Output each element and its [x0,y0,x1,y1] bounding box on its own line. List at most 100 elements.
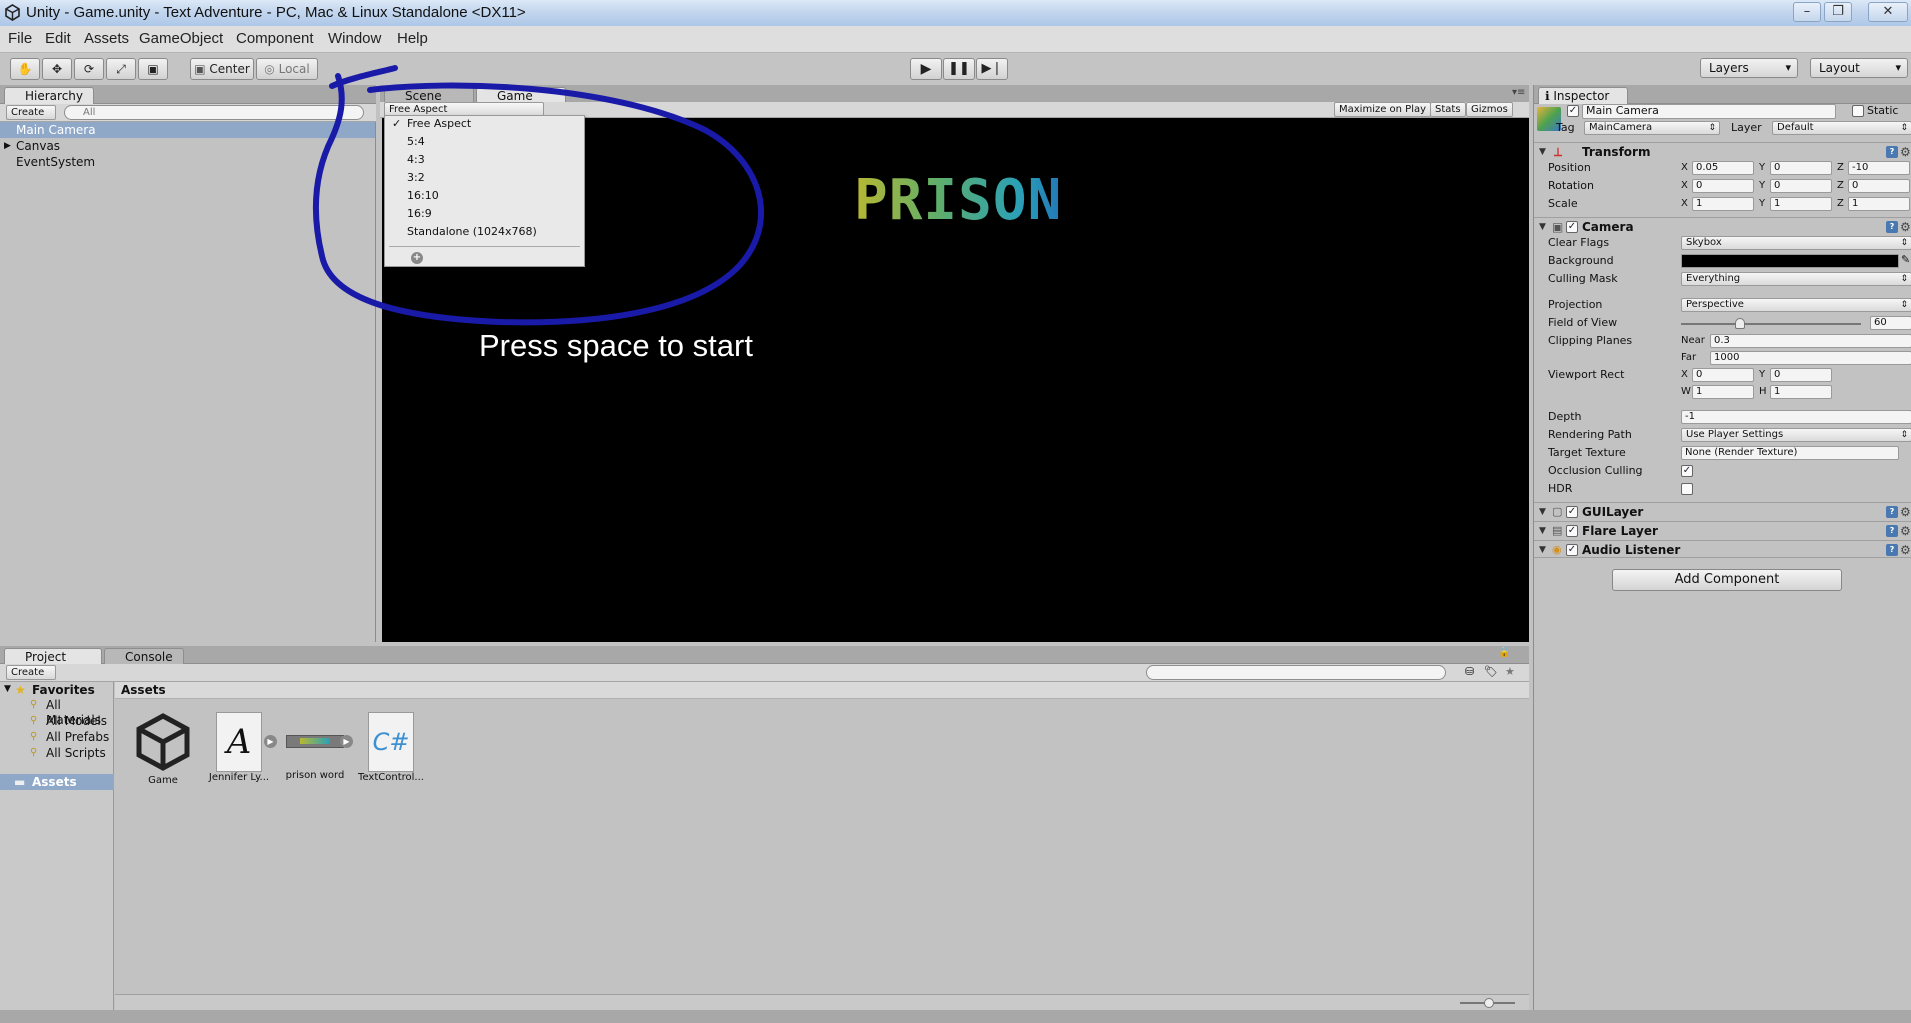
static-checkbox[interactable] [1852,105,1864,117]
menu-file[interactable]: File [8,30,32,47]
gear-icon[interactable]: ⚙ [1900,503,1911,521]
play-button[interactable]: ▶ [910,58,942,80]
viewport-w-field[interactable]: 1 [1692,385,1754,399]
audio-listener-enabled-checkbox[interactable]: ✓ [1566,544,1578,556]
favorite-all-models[interactable]: All Models [46,714,107,729]
close-button[interactable]: ✕ [1868,2,1908,22]
near-field[interactable]: 0.3 [1710,334,1911,348]
menu-component[interactable]: Component [236,30,314,47]
scale-tool-icon[interactable]: ⤢ [106,58,136,80]
pivot-local-button[interactable]: ◎ Local [256,58,318,80]
rotation-z-field[interactable]: 0 [1848,179,1910,193]
active-checkbox[interactable]: ✓ [1567,105,1579,117]
tab-console[interactable]: Console [104,648,184,665]
maximize-on-play-toggle[interactable]: Maximize on Play [1334,102,1432,117]
help-icon[interactable]: ? [1886,525,1898,537]
fov-slider-track[interactable] [1681,323,1861,325]
gear-icon[interactable]: ⚙ [1900,143,1911,161]
lock-icon[interactable]: 🔒 [1498,647,1510,658]
rendering-path-dropdown[interactable]: Use Player Settings [1681,428,1911,442]
expand-arrow-icon[interactable]: ▶ [4,138,11,154]
flare-layer-enabled-checkbox[interactable]: ✓ [1566,525,1578,537]
rect-tool-icon[interactable]: ▣ [138,58,168,80]
occlusion-culling-checkbox[interactable]: ✓ [1681,465,1693,477]
layer-dropdown[interactable]: Default [1772,121,1911,135]
asset-textcontroller[interactable]: C# TextControl... [355,712,427,783]
foldout-arrow-icon[interactable]: ▼ [4,684,11,694]
panel-menu-icon[interactable]: ▾≡ [1512,87,1525,98]
rotation-y-field[interactable]: 0 [1770,179,1832,193]
icon-size-slider-thumb[interactable] [1484,998,1494,1008]
asset-jennifer-font[interactable]: A Jennifer Ly... [203,712,275,783]
viewport-x-field[interactable]: 0 [1692,368,1754,382]
hand-tool-icon[interactable]: ✋ [10,58,40,80]
guilayer-header[interactable]: ▼ ▢ ✓ GUILayer ? ⚙ [1534,502,1911,520]
depth-field[interactable]: -1 [1681,410,1911,424]
tag-dropdown[interactable]: MainCamera [1584,121,1720,135]
add-component-button[interactable]: Add Component [1612,569,1842,591]
assets-folder-item[interactable]: ▬ Assets [0,774,114,790]
help-icon[interactable]: ? [1886,146,1898,158]
pivot-center-button[interactable]: ▣ Center [190,58,254,80]
transform-header[interactable]: ▼ ⟂ Transform ? ⚙ [1534,142,1911,160]
help-icon[interactable]: ? [1886,221,1898,233]
layers-dropdown[interactable]: Layers [1700,58,1798,78]
tab-project[interactable]: Project [4,648,102,665]
expand-asset-icon[interactable]: ▶ [340,735,353,748]
filter-by-type-icon[interactable]: ⛁ [1465,665,1474,678]
eyedropper-icon[interactable]: ✎ [1901,253,1910,266]
far-field[interactable]: 1000 [1710,351,1911,365]
position-z-field[interactable]: -10 [1848,161,1910,175]
gear-icon[interactable]: ⚙ [1900,541,1911,559]
scale-x-field[interactable]: 1 [1692,197,1754,211]
tab-hierarchy[interactable]: Hierarchy [4,87,94,104]
project-create-button[interactable]: Create [6,665,56,680]
flare-layer-header[interactable]: ▼ ▤ ✓ Flare Layer ? ⚙ [1534,521,1911,539]
projection-dropdown[interactable]: Perspective [1681,298,1911,312]
hdr-checkbox[interactable] [1681,483,1693,495]
viewport-y-field[interactable]: 0 [1770,368,1832,382]
foldout-arrow-icon[interactable]: ▼ [1539,218,1546,236]
camera-enabled-checkbox[interactable]: ✓ [1566,221,1578,233]
position-x-field[interactable]: 0.05 [1692,161,1754,175]
audio-listener-header[interactable]: ▼ ◉ ✓ Audio Listener ? ⚙ [1534,540,1911,558]
scale-y-field[interactable]: 1 [1770,197,1832,211]
guilayer-enabled-checkbox[interactable]: ✓ [1566,506,1578,518]
gizmos-dropdown[interactable]: Gizmos [1466,102,1513,117]
help-icon[interactable]: ? [1886,506,1898,518]
project-search-input[interactable] [1146,665,1446,680]
foldout-arrow-icon[interactable]: ▼ [1539,143,1546,161]
minimize-button[interactable]: – [1793,2,1821,22]
menu-edit[interactable]: Edit [45,30,71,47]
layout-dropdown[interactable]: Layout [1810,58,1908,78]
rotate-tool-icon[interactable]: ⟳ [74,58,104,80]
filter-by-label-icon[interactable]: 🏷 [1484,665,1498,678]
favorite-all-prefabs[interactable]: All Prefabs [46,730,109,745]
help-icon[interactable]: ? [1886,544,1898,556]
asset-prison-word[interactable]: prison word [279,712,351,781]
favorites-star-icon[interactable]: ★ [1505,665,1515,678]
foldout-arrow-icon[interactable]: ▼ [1539,541,1546,559]
maximize-button[interactable]: ❐ [1824,2,1852,22]
fov-slider-thumb[interactable] [1735,318,1746,329]
target-texture-field[interactable]: None (Render Texture) [1681,446,1899,460]
asset-game[interactable]: Game [127,712,199,786]
rotation-x-field[interactable]: 0 [1692,179,1754,193]
background-color-swatch[interactable] [1681,254,1899,268]
pause-button[interactable]: ❚❚ [943,58,975,80]
object-name-field[interactable]: Main Camera [1582,104,1836,119]
favorite-all-scripts[interactable]: All Scripts [46,746,106,761]
tab-inspector[interactable]: ℹ Inspector [1538,87,1628,104]
position-y-field[interactable]: 0 [1770,161,1832,175]
camera-header[interactable]: ▼ ▣ ✓ Camera ? ⚙ [1534,217,1911,235]
scale-z-field[interactable]: 1 [1848,197,1910,211]
gear-icon[interactable]: ⚙ [1900,522,1911,540]
expand-asset-icon[interactable]: ▶ [264,735,277,748]
step-button[interactable]: ▶❘ [976,58,1008,80]
gear-icon[interactable]: ⚙ [1900,218,1911,236]
clear-flags-dropdown[interactable]: Skybox [1681,236,1911,250]
fov-field[interactable]: 60 [1870,316,1911,330]
menu-window[interactable]: Window [328,30,381,47]
hierarchy-create-button[interactable]: Create [6,105,56,120]
foldout-arrow-icon[interactable]: ▼ [1539,503,1546,521]
